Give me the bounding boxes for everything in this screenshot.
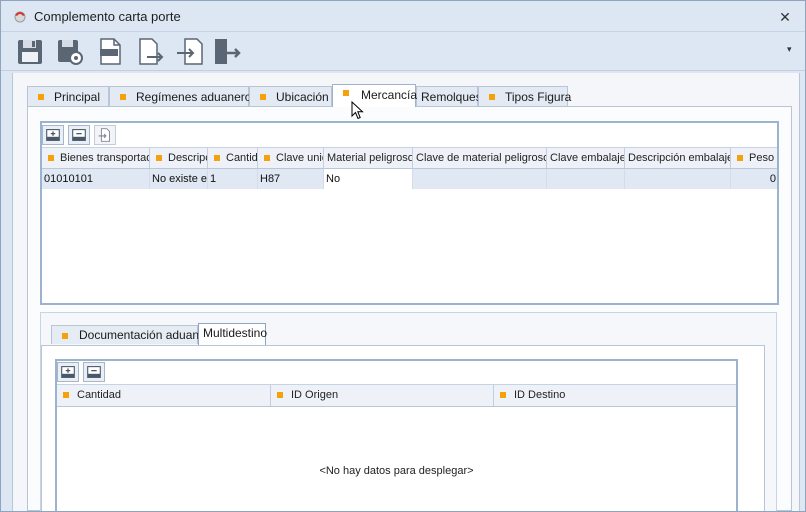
- tab-label: Mercancía: [361, 88, 418, 102]
- cell-clave-unidad[interactable]: H87: [258, 169, 324, 189]
- tab-label: Documentación aduanera: [79, 328, 217, 342]
- cell-clave-embalaje[interactable]: [547, 169, 625, 189]
- dialog-window: Complemento carta porte ✕ ▾ Principal Re…: [0, 0, 806, 512]
- form-content: Principal Regímenes aduaneros Ubicación …: [12, 73, 800, 511]
- table-row[interactable]: 01010101 No existe en el catálogo 1 H87 …: [42, 169, 777, 189]
- cell-bienes-transportados[interactable]: 01010101: [42, 169, 150, 189]
- tab-indicator: [120, 94, 126, 100]
- mercancia-grid: Bienes transportados Descripción Cantida…: [40, 121, 779, 305]
- column-indicator: [737, 155, 743, 161]
- tab-label: Principal: [54, 90, 101, 104]
- column-label: ID Destino: [514, 389, 566, 401]
- column-header-peso[interactable]: Peso: [731, 148, 777, 168]
- cell-peso[interactable]: 0: [731, 169, 777, 189]
- column-label: Cantidad: [77, 389, 122, 401]
- tab-indicator: [38, 94, 44, 100]
- column-label: Peso: [749, 152, 775, 164]
- add-row-icon[interactable]: [57, 362, 79, 382]
- tab-indicator: [489, 94, 495, 100]
- tab-label: Regímenes aduaneros: [136, 90, 258, 104]
- column-label: Clave embalaje: [550, 152, 625, 164]
- column-indicator: [500, 392, 506, 398]
- cell-material-peligroso[interactable]: No: [324, 169, 413, 189]
- tab-ubicacion[interactable]: Ubicación: [249, 86, 332, 106]
- tab-documentacion-aduanera[interactable]: Documentación aduanera: [51, 325, 216, 344]
- close-button[interactable]: ✕: [776, 8, 794, 26]
- window-title: Complemento carta porte: [34, 9, 181, 24]
- column-indicator: [264, 155, 270, 161]
- tab-mercancia[interactable]: Mercancía: [332, 84, 418, 107]
- multidestino-grid: Cantidad ID Origen ID Destino <No hay da…: [55, 359, 738, 511]
- column-label: Material peligroso: [327, 152, 413, 164]
- mouse-cursor-icon: [351, 101, 364, 120]
- column-label: ID Origen: [291, 389, 339, 401]
- save-settings-icon[interactable]: [55, 35, 85, 67]
- column-indicator: [214, 155, 220, 161]
- column-header-cantidad[interactable]: Cantidad: [57, 385, 271, 406]
- tab-tipos-figura[interactable]: Tipos Figura: [478, 86, 572, 106]
- column-header-clave-unidad[interactable]: Clave unidad: [258, 148, 324, 168]
- import-rows-icon[interactable]: [94, 125, 116, 145]
- grid-toolbar: [42, 123, 777, 148]
- column-label: Descripción: [168, 152, 207, 164]
- grid-header: Cantidad ID Origen ID Destino: [57, 385, 736, 407]
- add-row-icon[interactable]: [42, 125, 64, 145]
- column-label: Bienes transportados: [60, 152, 149, 164]
- remove-row-icon[interactable]: [68, 125, 90, 145]
- column-header-id-destino[interactable]: ID Destino: [494, 385, 736, 406]
- tab-label: Multidestino: [203, 326, 268, 340]
- toolbar-overflow-chevron-icon[interactable]: ▾: [787, 44, 797, 54]
- column-indicator: [48, 155, 54, 161]
- tab-principal[interactable]: Principal: [27, 86, 109, 106]
- app-icon: [14, 11, 26, 23]
- export-icon[interactable]: [135, 35, 165, 67]
- column-indicator: [277, 392, 283, 398]
- mercancia-panel: Bienes transportados Descripción Cantida…: [27, 106, 792, 511]
- column-header-bienes-transportados[interactable]: Bienes transportados: [42, 148, 150, 168]
- tab-indicator: [62, 333, 68, 339]
- title-bar: Complemento carta porte ✕: [1, 1, 805, 32]
- exit-icon[interactable]: [211, 35, 241, 67]
- cell-descripcion-embalaje[interactable]: [625, 169, 731, 189]
- remove-row-icon[interactable]: [83, 362, 105, 382]
- multidestino-panel: Cantidad ID Origen ID Destino <No hay da…: [41, 345, 765, 511]
- column-header-material-peligroso[interactable]: Material peligroso: [324, 148, 413, 168]
- detail-section: Documentación aduanera Multidestino Cant…: [40, 312, 777, 511]
- tab-label: Ubicación: [276, 90, 329, 104]
- column-header-clave-material-peligroso[interactable]: Clave de material peligroso: [413, 148, 547, 168]
- pdf-icon[interactable]: [95, 35, 125, 67]
- save-icon[interactable]: [15, 35, 45, 67]
- tab-label: Remolques: [421, 90, 482, 104]
- tab-indicator: [343, 90, 349, 96]
- column-header-clave-embalaje[interactable]: Clave embalaje: [547, 148, 625, 168]
- tab-indicator: [260, 94, 266, 100]
- column-label: Clave unidad: [276, 152, 323, 164]
- column-header-id-origen[interactable]: ID Origen: [271, 385, 494, 406]
- import-icon[interactable]: [175, 35, 205, 67]
- column-label: Clave de material peligroso: [416, 152, 547, 164]
- tab-multidestino[interactable]: Multidestino: [198, 323, 268, 345]
- cell-descripcion[interactable]: No existe en el catálogo: [150, 169, 208, 189]
- cell-cantidad[interactable]: 1: [208, 169, 258, 189]
- column-label: Cantidad: [226, 152, 258, 164]
- column-label: Descripción embalaje: [628, 152, 731, 164]
- tab-label: Tipos Figura: [505, 90, 572, 104]
- column-header-descripcion[interactable]: Descripción: [150, 148, 208, 168]
- empty-grid-message: <No hay datos para desplegar>: [319, 465, 474, 477]
- grid-toolbar: [57, 361, 736, 385]
- tab-remolques[interactable]: Remolques: [416, 86, 482, 106]
- tab-regimenes-aduaneros[interactable]: Regímenes aduaneros: [109, 86, 257, 106]
- column-indicator: [156, 155, 162, 161]
- column-indicator: [63, 392, 69, 398]
- grid-header: Bienes transportados Descripción Cantida…: [42, 148, 777, 169]
- column-header-cantidad[interactable]: Cantidad: [208, 148, 258, 168]
- column-header-descripcion-embalaje[interactable]: Descripción embalaje: [625, 148, 731, 168]
- main-toolbar: ▾: [1, 32, 805, 71]
- cell-clave-material-peligroso[interactable]: [413, 169, 547, 189]
